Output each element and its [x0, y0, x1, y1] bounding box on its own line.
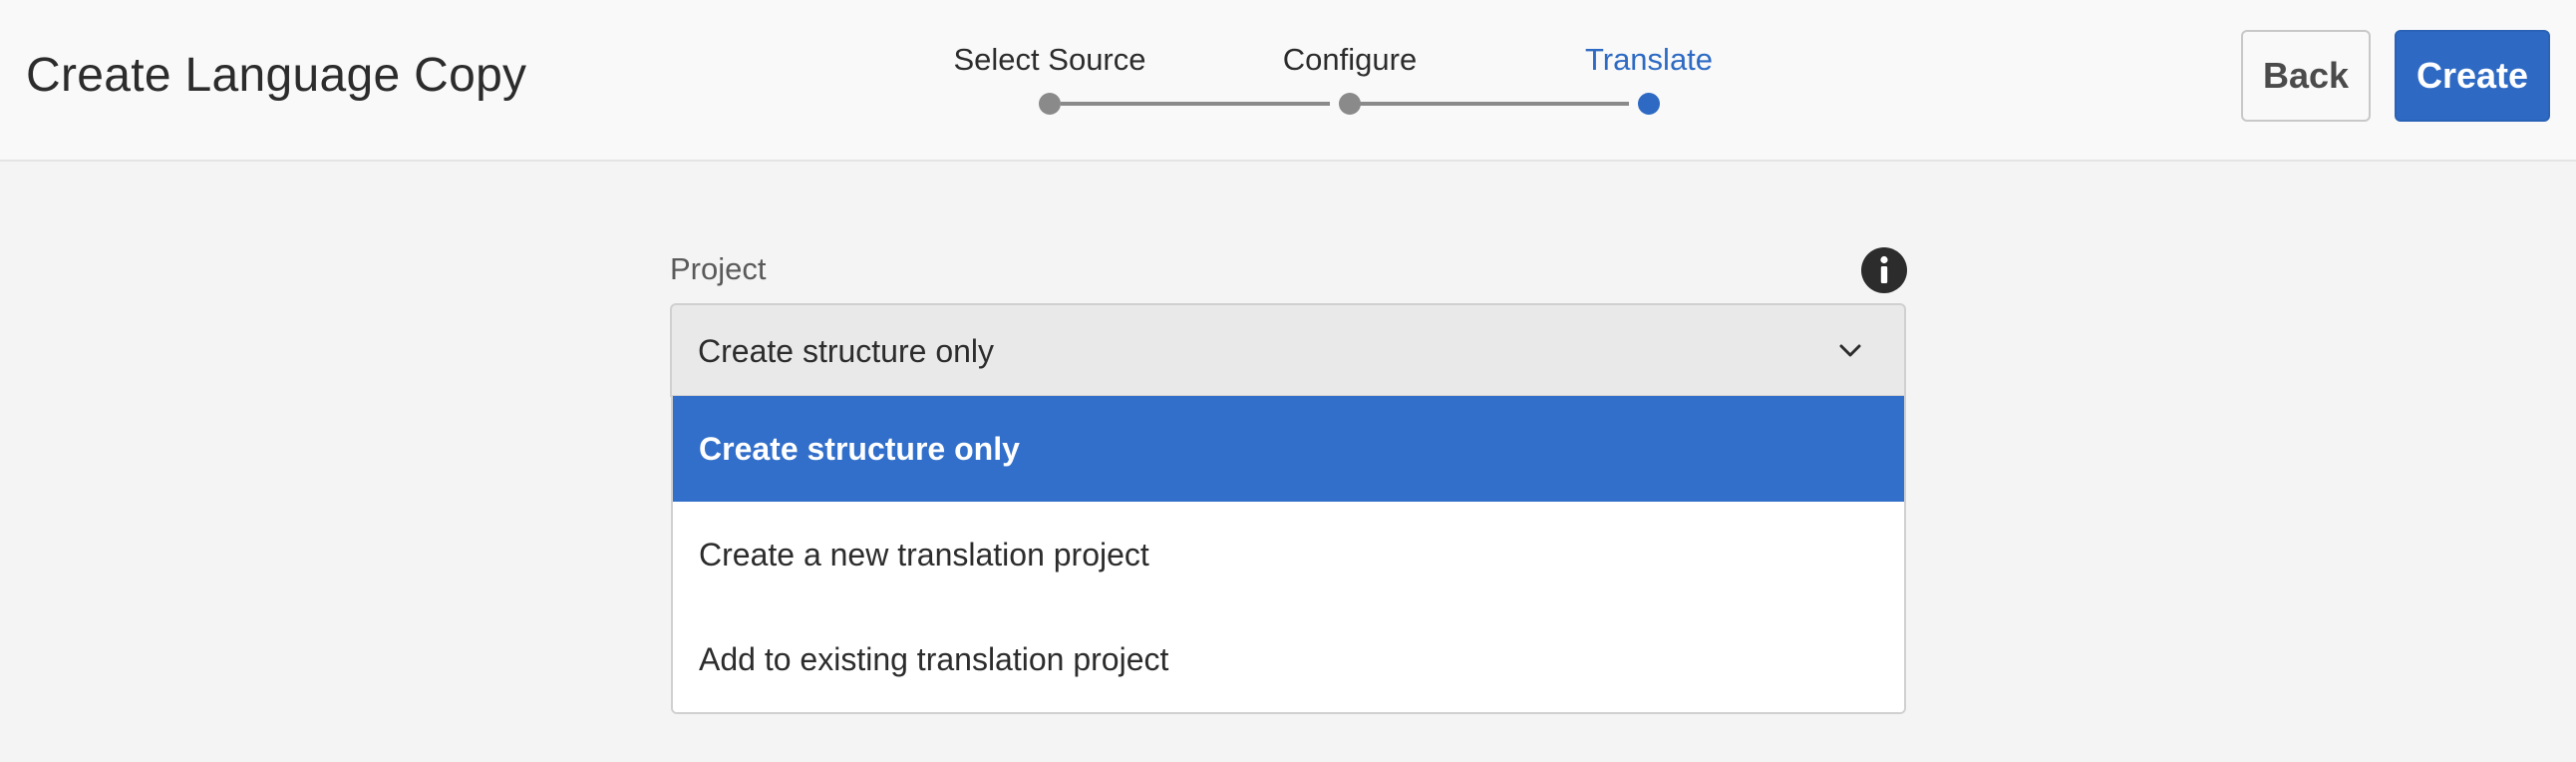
step-translate-label: Translate	[1584, 42, 1714, 77]
chevron-down-icon	[1839, 344, 1861, 357]
project-field-label: Project	[670, 251, 767, 286]
wizard-steps: Select Source Configure Translate	[0, 0, 2576, 160]
step-translate-dot	[1638, 93, 1660, 115]
dropdown-option-add-to-existing-translation-project[interactable]: Add to existing translation project	[673, 607, 1904, 712]
step-connector-line	[1360, 102, 1629, 106]
step-configure-dot	[1339, 93, 1361, 115]
header-bar: Create Language Copy Select Source Confi…	[0, 0, 2576, 162]
project-select[interactable]: Create structure only	[670, 303, 1906, 397]
back-button[interactable]: Back	[2241, 30, 2371, 122]
project-select-value: Create structure only	[698, 333, 995, 369]
dropdown-option-create-structure-only[interactable]: Create structure only	[673, 396, 1904, 502]
project-dropdown-list: Create structure only Create a new trans…	[671, 396, 1906, 714]
create-button[interactable]: Create	[2395, 30, 2550, 122]
step-connector-line	[1061, 102, 1330, 106]
step-select-source-dot	[1039, 93, 1061, 115]
dropdown-option-create-new-translation-project[interactable]: Create a new translation project	[673, 502, 1904, 607]
info-icon[interactable]	[1861, 247, 1907, 293]
step-configure-label: Configure	[1282, 42, 1418, 77]
step-select-source-label: Select Source	[953, 42, 1146, 77]
